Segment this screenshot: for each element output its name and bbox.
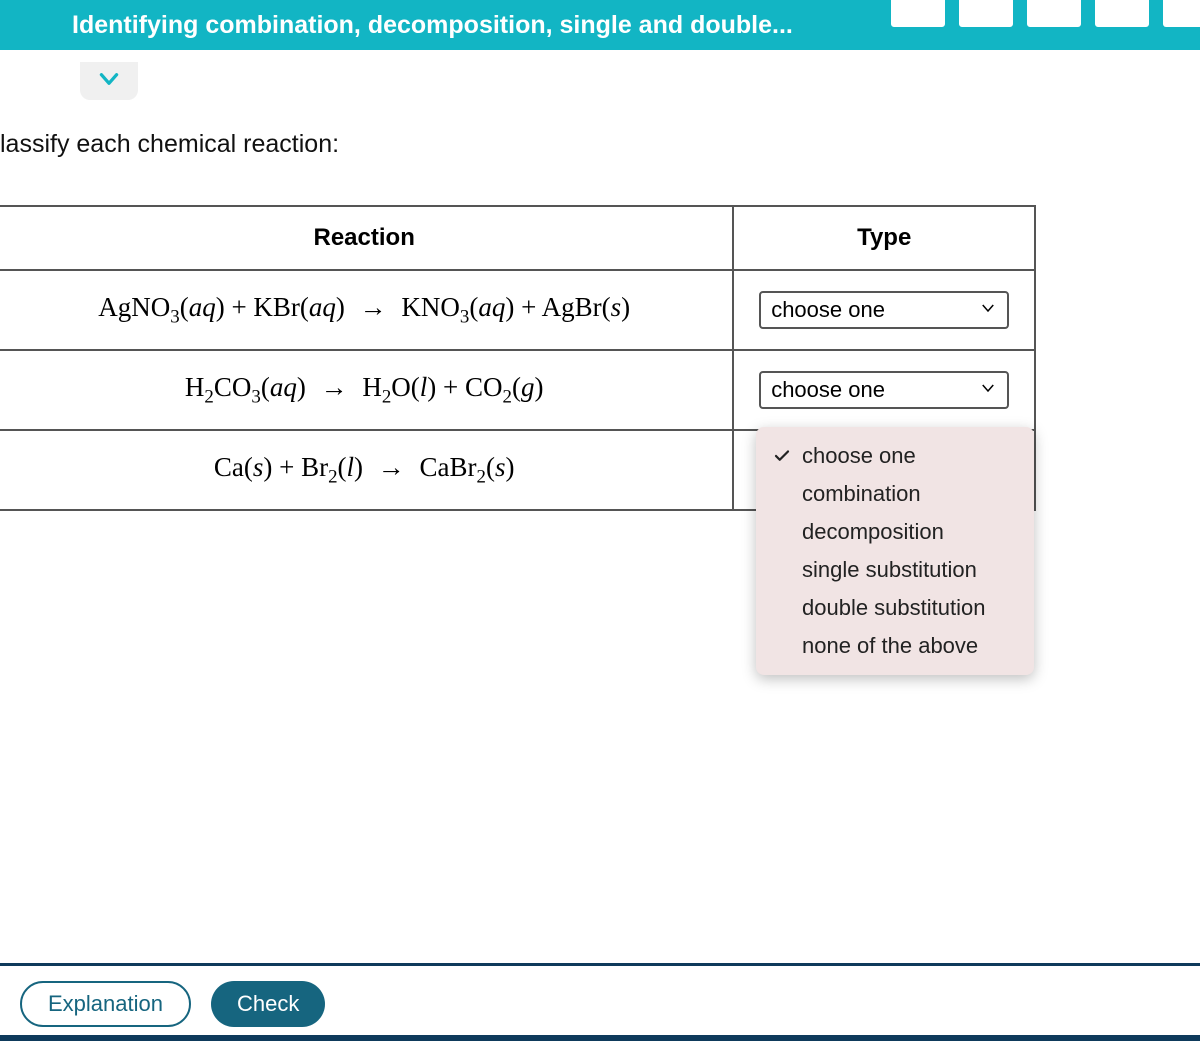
reaction-formula: H2CO3(aq) → H2O(l) + CO2(g) — [185, 372, 544, 402]
topbar-title: Identifying combination, decomposition, … — [72, 11, 793, 40]
type-select-2[interactable]: choose one — [759, 371, 1009, 409]
topbar-box[interactable] — [1092, 0, 1152, 30]
dropdown-option-none[interactable]: none of the above — [756, 627, 1034, 665]
topbar-box[interactable] — [888, 0, 948, 30]
instruction-text: lassify each chemical reaction: — [0, 130, 339, 159]
type-select-1[interactable]: choose one — [759, 291, 1009, 329]
expand-toggle[interactable] — [80, 62, 138, 100]
check-button[interactable]: Check — [211, 981, 325, 1027]
dropdown-option-decomposition[interactable]: decomposition — [756, 513, 1034, 551]
topbar-box[interactable] — [1160, 0, 1200, 30]
topbar-right-controls — [888, 0, 1200, 30]
dropdown-option-label: none of the above — [802, 633, 978, 659]
topbar-box[interactable] — [1024, 0, 1084, 30]
reaction-formula: AgNO3(aq) + KBr(aq) → KNO3(aq) + AgBr(s) — [98, 292, 630, 322]
bottom-border — [0, 1035, 1200, 1041]
dropdown-option-combination[interactable]: combination — [756, 475, 1034, 513]
footer-bar: Explanation Check — [0, 963, 1200, 1041]
explanation-button[interactable]: Explanation — [20, 981, 191, 1027]
dropdown-option-choose-one[interactable]: choose one — [756, 437, 1034, 475]
chevron-down-icon — [979, 297, 997, 323]
dropdown-option-double-substitution[interactable]: double substitution — [756, 589, 1034, 627]
type-dropdown: choose one combination decomposition sin… — [756, 427, 1034, 675]
dropdown-option-label: double substitution — [802, 595, 985, 621]
table-row: H2CO3(aq) → H2O(l) + CO2(g) choose one — [0, 350, 1035, 430]
chevron-down-icon — [979, 377, 997, 403]
dropdown-option-label: single substitution — [802, 557, 977, 583]
dropdown-option-label: decomposition — [802, 519, 944, 545]
topbar: Identifying combination, decomposition, … — [0, 0, 1200, 50]
reaction-formula: Ca(s) + Br2(l) → CaBr2(s) — [214, 452, 515, 482]
header-type: Type — [733, 206, 1035, 270]
dropdown-option-single-substitution[interactable]: single substitution — [756, 551, 1034, 589]
check-icon — [772, 447, 792, 465]
select-label: choose one — [771, 377, 885, 403]
table-row: AgNO3(aq) + KBr(aq) → KNO3(aq) + AgBr(s)… — [0, 270, 1035, 350]
dropdown-option-label: choose one — [802, 443, 916, 469]
header-reaction: Reaction — [0, 206, 733, 270]
topbar-box[interactable] — [956, 0, 1016, 30]
chevron-down-icon — [96, 66, 122, 97]
dropdown-option-label: combination — [802, 481, 921, 507]
select-label: choose one — [771, 297, 885, 323]
